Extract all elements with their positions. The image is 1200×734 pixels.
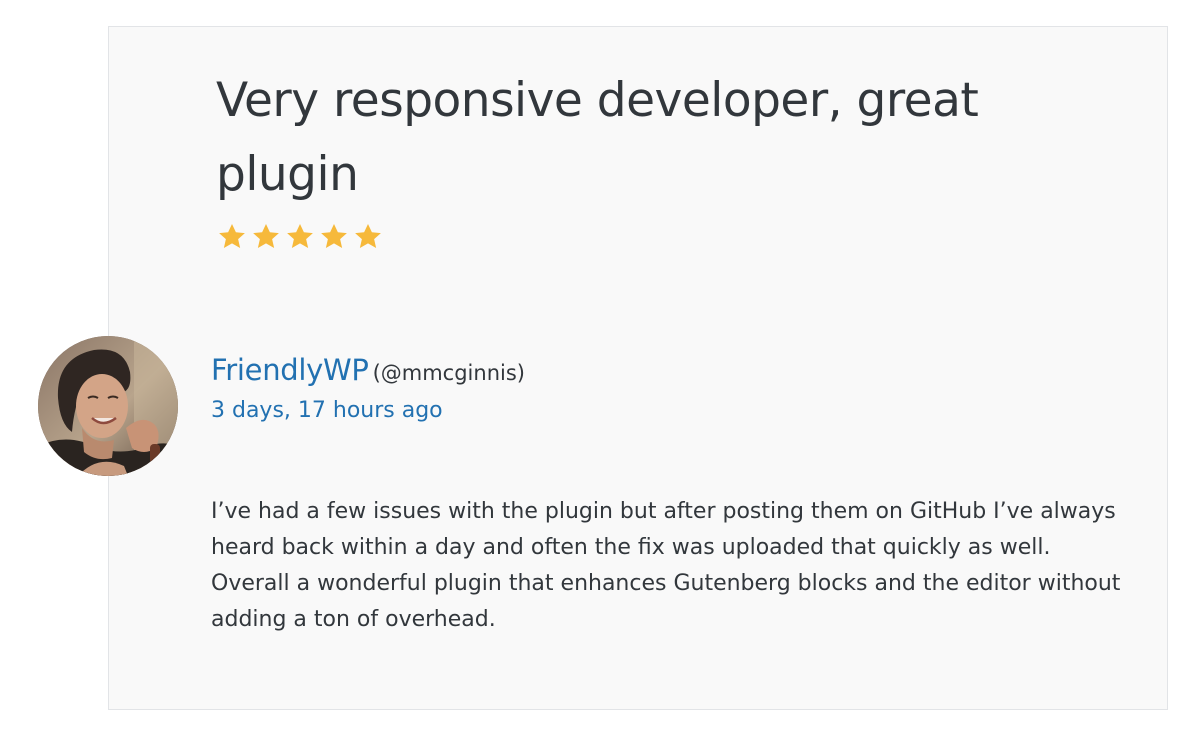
star-icon [253,224,279,248]
star-icon [355,224,381,248]
review-title: Very responsive developer, great plugin [216,73,979,202]
author-username: (@mmcginnis) [372,361,525,385]
author-name-link[interactable]: FriendlyWP [211,353,369,387]
author-line: FriendlyWP (@mmcginnis) [211,350,525,395]
star-rating [217,222,383,252]
star-icon [287,224,313,248]
star-icon [321,224,347,248]
avatar-photo [38,336,178,476]
review-date-link[interactable]: 3 days, 17 hours ago [211,394,443,428]
star-icon [219,224,245,248]
avatar[interactable] [38,336,178,476]
review-body: I’ve had a few issues with the plugin bu… [211,499,1121,632]
